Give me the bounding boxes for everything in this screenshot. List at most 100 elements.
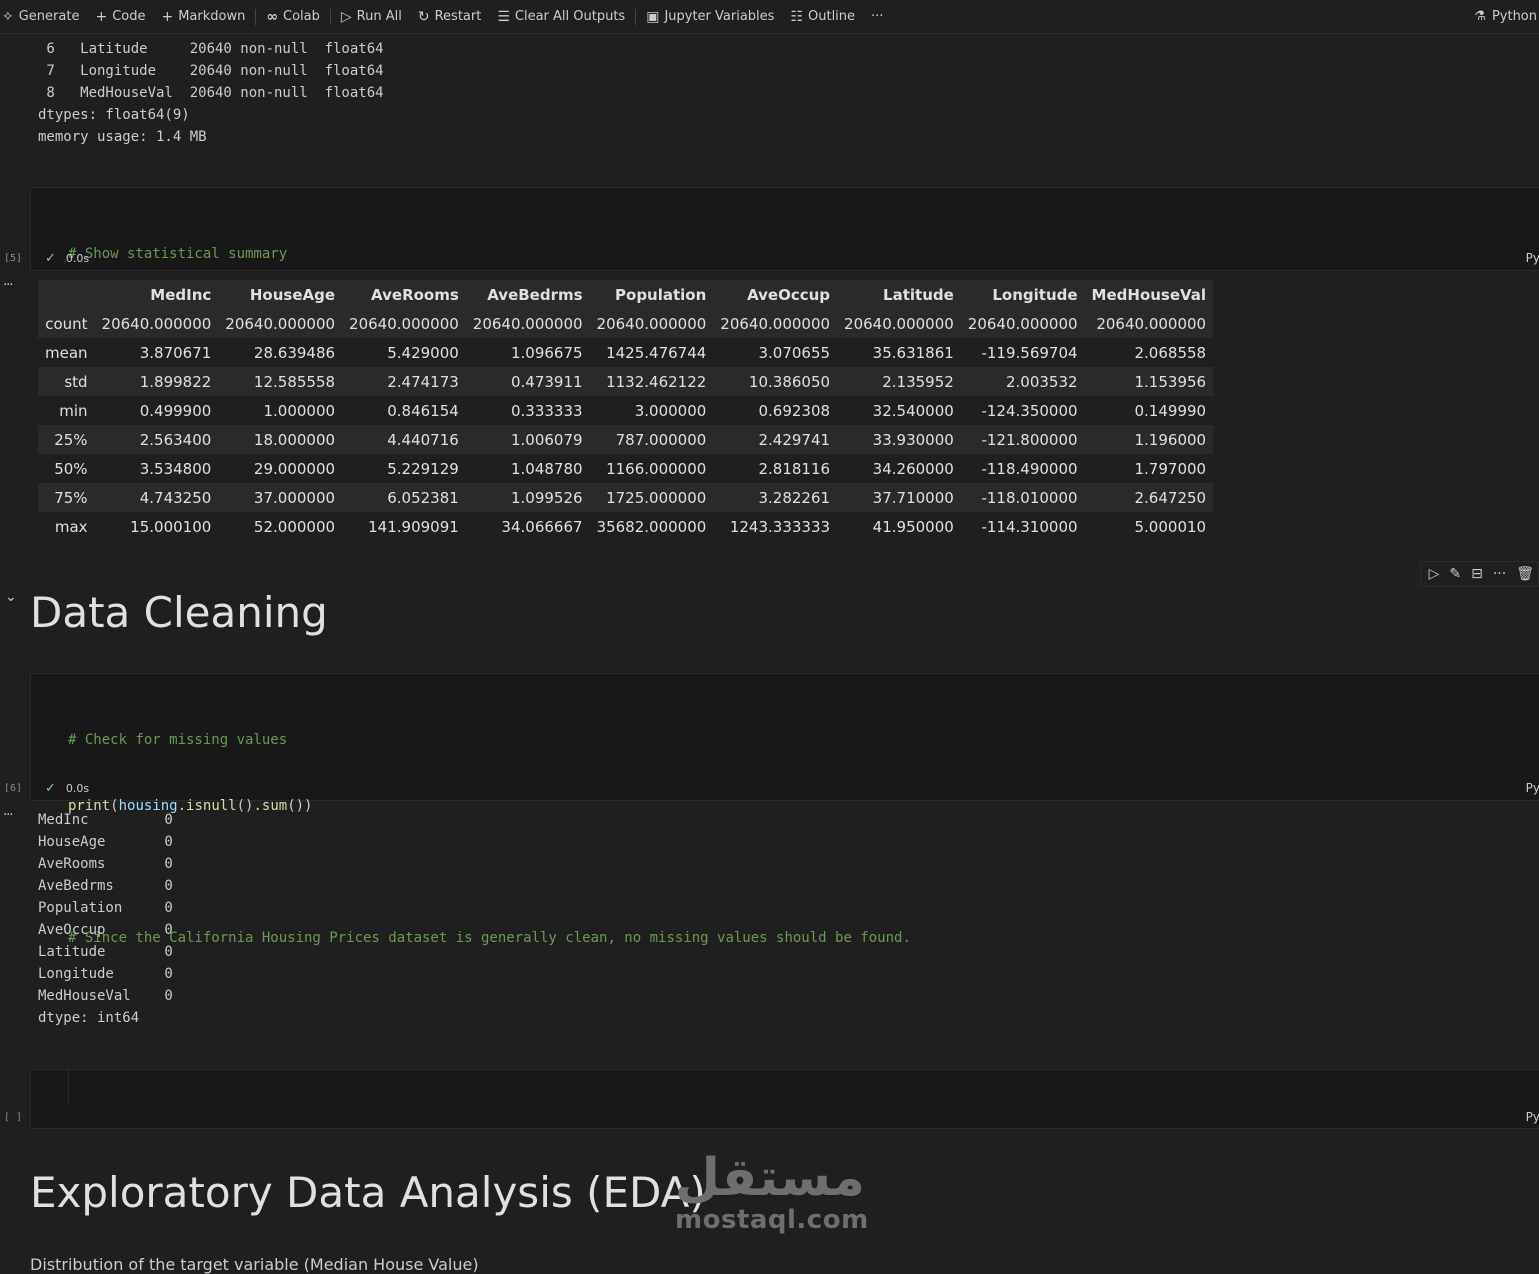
run-all-icon: ▷ xyxy=(340,8,352,25)
trash-icon[interactable]: 🗑 xyxy=(1516,566,1534,582)
table-cell: 3.282261 xyxy=(758,488,831,507)
generate-label: Generate xyxy=(18,9,80,24)
table-row: std 1.899822 12.585558 2.474173 0.473911 1132… xyxy=(38,367,1214,396)
code-comment: # Show statistical summary xyxy=(68,246,288,262)
table-cell: 28.639486 xyxy=(253,343,336,362)
variables-icon: ▣ xyxy=(646,8,660,25)
execution-count: [ ] xyxy=(4,1112,23,1123)
clear-outputs-label: Clear All Outputs xyxy=(514,9,626,24)
table-cell: 37.000000 xyxy=(253,488,336,507)
outline-button[interactable]: ☷ Outline xyxy=(782,0,863,33)
cell-editor[interactable] xyxy=(68,1070,69,1104)
plus-icon: + xyxy=(161,8,174,25)
cell-language[interactable]: Py xyxy=(1526,781,1539,795)
table-cell: 18.000000 xyxy=(253,430,336,449)
table-cell: 20640.000000 xyxy=(349,314,459,333)
row-index: min xyxy=(59,401,88,420)
row-index: mean xyxy=(45,343,88,362)
code-token: .isnull xyxy=(177,798,237,814)
generate-button[interactable]: ✧ Generate xyxy=(0,0,87,33)
toolbar-divider xyxy=(329,8,331,25)
cell-language[interactable]: Py xyxy=(1526,251,1539,265)
table-cell: -118.010000 xyxy=(981,488,1078,507)
mostaql-watermark: مستقل mostaql.com xyxy=(674,1148,868,1242)
kernel-picker[interactable]: ⚗ Python xyxy=(1474,0,1539,33)
clear-outputs-button[interactable]: ☰ Clear All Outputs xyxy=(489,0,633,33)
add-code-button[interactable]: + Code xyxy=(87,0,153,33)
cell-editor[interactable]: # Check for missing values print(housing… xyxy=(68,685,911,993)
success-check-icon: ✓ xyxy=(45,251,56,266)
code-cell-6[interactable]: # Check for missing values print(housing… xyxy=(30,673,1539,946)
colab-label: Colab xyxy=(283,9,320,24)
table-header-row: MedInc HouseAge AveRooms AveBedrms Populatio… xyxy=(38,280,1214,309)
table-cell: 20640.000000 xyxy=(472,314,583,333)
toolbar-divider xyxy=(255,8,257,25)
table-cell: 1.006079 xyxy=(510,430,583,449)
kernel-icon: ⚗ xyxy=(1474,9,1486,24)
run-cell-icon[interactable]: ▷ xyxy=(1429,566,1440,582)
output-line: 7 Longitude 20640 non-null float64 xyxy=(38,63,384,79)
outline-label: Outline xyxy=(808,9,856,24)
jupyter-variables-button[interactable]: ▣ Jupyter Variables xyxy=(638,0,782,33)
column-header: AveRooms xyxy=(342,280,466,309)
column-header: Longitude xyxy=(960,280,1085,309)
markdown-label: Markdown xyxy=(178,9,246,24)
output-menu-icon[interactable]: ··· xyxy=(3,808,13,823)
table-cell: 1.196000 xyxy=(1134,430,1207,449)
output-line: Longitude 0 xyxy=(38,966,173,982)
add-markdown-button[interactable]: + Markdown xyxy=(153,0,253,33)
table-cell: 2.474173 xyxy=(387,372,459,391)
table-row: min 0.499900 1.000000 0.846154 0.333333 3.000… xyxy=(38,396,1214,425)
table-row: 75% 4.743250 37.000000 6.052381 1.099526 1725… xyxy=(38,483,1214,512)
table-cell: 5.000010 xyxy=(1134,517,1207,536)
table-cell: 1.899822 xyxy=(139,372,212,391)
table-cell: -121.800000 xyxy=(981,430,1078,449)
table-cell: 1132.462122 xyxy=(606,372,707,391)
table-cell: 1425.476744 xyxy=(606,343,707,362)
cell-status: ✓ 0.0s xyxy=(45,251,89,266)
table-cell: 787.000000 xyxy=(615,430,707,449)
collapse-chevron-icon[interactable]: ⌄ xyxy=(5,589,17,605)
output-menu-icon[interactable]: ··· xyxy=(3,278,13,293)
table-cell: 32.540000 xyxy=(872,401,954,420)
more-actions-button[interactable]: ··· xyxy=(863,0,891,33)
execution-count: [5] xyxy=(4,253,23,264)
table-cell: 141.909091 xyxy=(368,517,459,536)
cell-language[interactable]: Py xyxy=(1526,1110,1539,1124)
table-row: 50% 3.534800 29.000000 5.229129 1.048780 1166… xyxy=(38,454,1214,483)
colab-button[interactable]: ∞ Colab xyxy=(258,0,328,33)
table-cell: 2.563400 xyxy=(139,430,212,449)
row-index: std xyxy=(64,372,88,391)
kernel-label: Python xyxy=(1491,9,1537,24)
empty-code-cell[interactable]: Py xyxy=(30,1069,1539,1129)
table-cell: 3.070655 xyxy=(758,343,831,362)
describe-table: MedInc HouseAge AveRooms AveBedrms Populatio… xyxy=(38,280,1214,541)
split-cell-icon[interactable]: ⊟ xyxy=(1471,566,1483,582)
more-icon[interactable]: ··· xyxy=(1493,566,1506,582)
table-cell: 37.710000 xyxy=(872,488,954,507)
table-cell: 2.647250 xyxy=(1134,488,1207,507)
code-comment: # Check for missing values xyxy=(68,732,288,748)
table-row: count 20640.000000 20640.000000 20640.00000… xyxy=(38,309,1214,338)
code-cell-5[interactable]: # Show statistical summary housing.descr… xyxy=(30,187,1539,328)
table-cell: 2.818116 xyxy=(758,459,831,478)
table-cell: 1.000000 xyxy=(263,401,336,420)
success-check-icon: ✓ xyxy=(45,781,56,796)
run-all-button[interactable]: ▷ Run All xyxy=(333,0,410,33)
edit-pencil-icon[interactable]: ✎ xyxy=(1449,566,1461,582)
restart-button[interactable]: ↻ Restart xyxy=(410,0,489,33)
table-cell: 2.429741 xyxy=(758,430,831,449)
output-line: MedInc 0 xyxy=(38,812,173,828)
table-cell: 1166.000000 xyxy=(606,459,707,478)
watermark-arabic: مستقل xyxy=(674,1148,865,1208)
table-cell: 15.000100 xyxy=(130,517,212,536)
table-cell: -124.350000 xyxy=(981,401,1078,420)
cell-toolbar: ▷ ✎ ⊟ ··· 🗑 xyxy=(1419,561,1539,587)
table-cell: 0.149990 xyxy=(1134,401,1207,420)
table-cell: 1725.000000 xyxy=(606,488,707,507)
table-cell: 20640.000000 xyxy=(1096,314,1207,333)
output-line: dtypes: float64(9) xyxy=(38,107,190,123)
list-icon: ☷ xyxy=(790,8,803,25)
table-cell: 4.743250 xyxy=(139,488,212,507)
table-cell: 20640.000000 xyxy=(101,314,212,333)
